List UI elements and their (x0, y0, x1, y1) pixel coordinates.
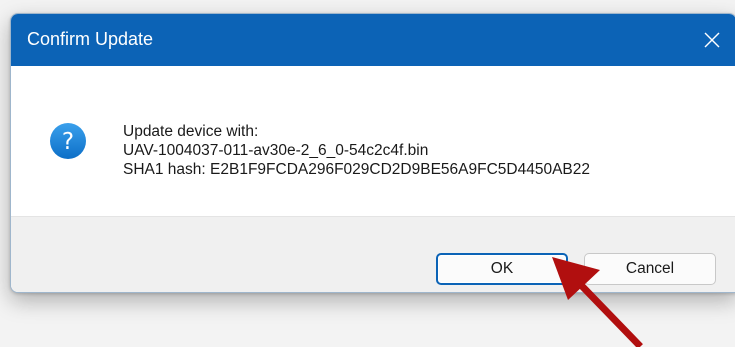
dialog-footer: OK Cancel (11, 216, 735, 292)
dialog-content: ? Update device with: UAV-1004037-011-av… (11, 66, 735, 216)
dialog-titlebar: Confirm Update (11, 14, 735, 66)
message-hash: SHA1 hash: E2B1F9FCDA296F029CD2D9BE56A9F… (123, 161, 590, 178)
message-line: Update device with: (123, 123, 259, 140)
dialog-message: Update device with: UAV-1004037-011-av30… (123, 122, 590, 179)
cancel-button[interactable]: Cancel (584, 253, 716, 285)
svg-text:?: ? (62, 129, 74, 155)
confirm-update-dialog: Confirm Update ? Update device with: UAV… (10, 13, 735, 293)
ok-button[interactable]: OK (436, 253, 568, 285)
dialog-title: Confirm Update (27, 29, 154, 49)
question-icon: ? (50, 123, 86, 159)
close-button[interactable] (694, 22, 730, 58)
message-filename: UAV-1004037-011-av30e-2_6_0-54c2c4f.bin (123, 142, 429, 159)
close-icon (704, 32, 720, 48)
screen: Confirm Update ? Update device with: UAV… (0, 0, 735, 347)
